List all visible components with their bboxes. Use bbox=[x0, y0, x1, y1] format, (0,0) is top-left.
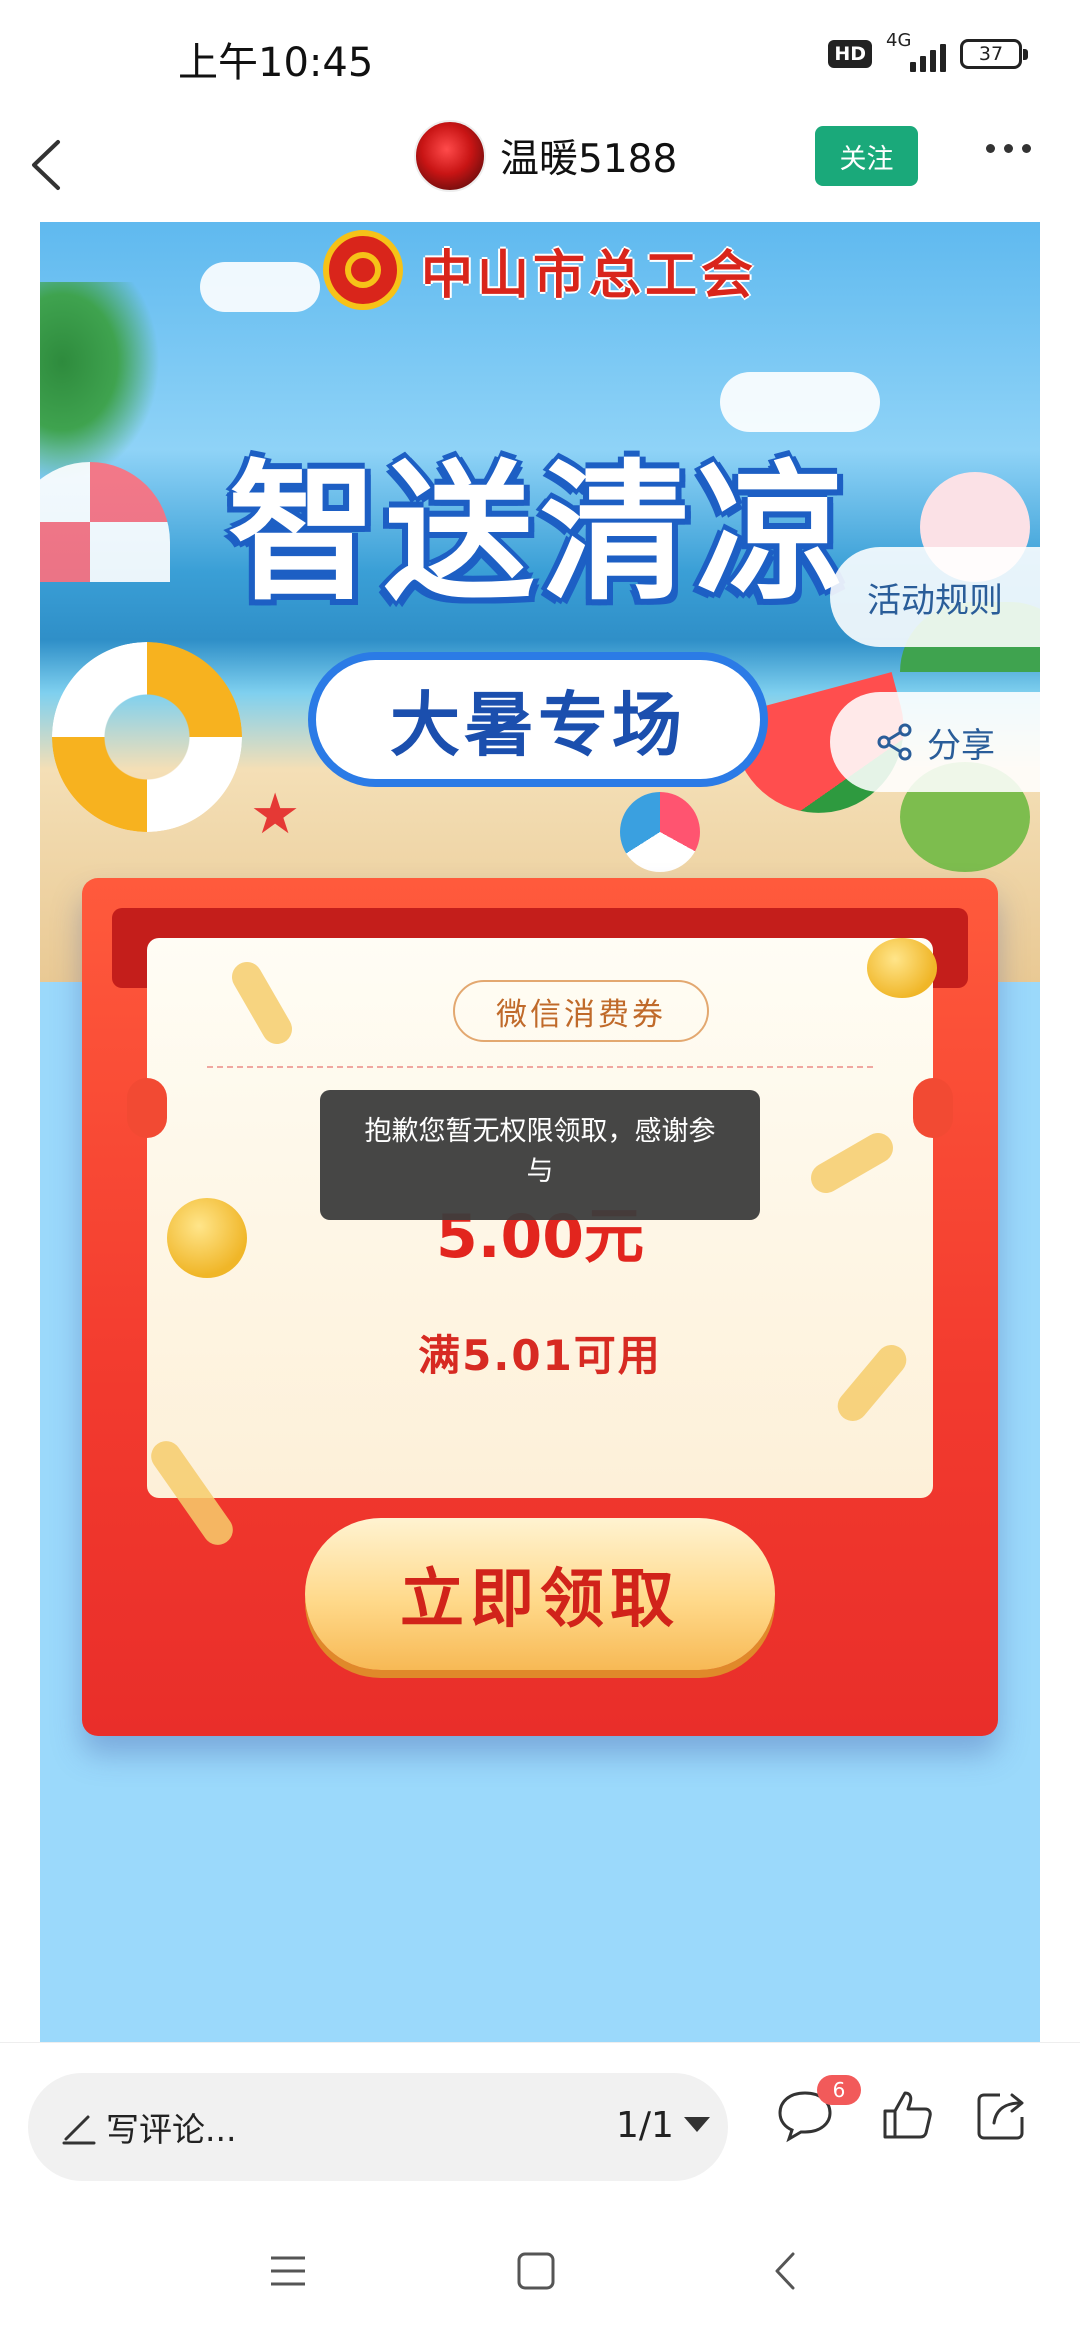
lifebuoy-decoration bbox=[52, 642, 242, 832]
share-out-icon[interactable] bbox=[972, 2085, 1032, 2145]
username[interactable]: 温暖5188 bbox=[500, 128, 677, 184]
pencil-icon bbox=[62, 2115, 96, 2145]
coupon-type-tag: 微信消费券 bbox=[453, 980, 709, 1042]
signal-icon: 4G bbox=[886, 30, 946, 74]
status-icons: HD 4G 37 bbox=[828, 30, 1028, 74]
more-icon[interactable] bbox=[986, 144, 1031, 153]
status-bar: 上午10:45 HD 4G 37 bbox=[0, 0, 1080, 110]
coin-decoration bbox=[867, 938, 937, 998]
coin-decoration bbox=[167, 1198, 247, 1278]
home-icon[interactable] bbox=[511, 2246, 561, 2296]
ribbon-decoration bbox=[226, 956, 298, 1050]
bottom-action-bar: 写评论... 1/1 6 bbox=[0, 2042, 1080, 2192]
page-indicator[interactable]: 1/1 bbox=[616, 2105, 674, 2146]
organization-name: 中山市总工会 bbox=[420, 245, 757, 306]
claim-button[interactable]: 立即领取 bbox=[305, 1518, 775, 1670]
battery-icon: 37 bbox=[960, 39, 1028, 69]
system-back-icon[interactable] bbox=[761, 2246, 811, 2296]
comment-count-badge: 6 bbox=[817, 2075, 861, 2105]
header: 温暖5188 关注 bbox=[0, 110, 1080, 220]
thumbs-up-icon[interactable] bbox=[877, 2085, 937, 2145]
coupon-condition: 满5.01可用 bbox=[418, 1331, 662, 1380]
status-time: 上午10:45 bbox=[178, 40, 374, 86]
app-page: 上午10:45 HD 4G 37 温暖5188 关注 ★ 中山市总工会 智送清凉… bbox=[0, 0, 1080, 2340]
back-button[interactable] bbox=[22, 130, 82, 200]
toast-message: 抱歉您暂无权限领取，感谢参与 bbox=[320, 1090, 760, 1220]
banner: ★ 中山市总工会 智送清凉 大暑专场 活动规则 分享 bbox=[40, 222, 1040, 982]
starfish-decoration: ★ bbox=[250, 782, 301, 847]
union-logo-icon bbox=[322, 230, 403, 310]
coupon-divider bbox=[207, 1066, 873, 1068]
share-button[interactable]: 分享 bbox=[830, 692, 1040, 792]
menu-icon[interactable] bbox=[263, 2246, 313, 2296]
battery-level: 37 bbox=[978, 43, 1004, 65]
share-label: 分享 bbox=[927, 725, 995, 766]
network-type: 4G bbox=[886, 30, 912, 51]
campaign-subtitle: 大暑专场 bbox=[308, 652, 768, 787]
avatar[interactable] bbox=[414, 120, 486, 192]
follow-button[interactable]: 关注 bbox=[815, 126, 918, 186]
activity-rules-label: 活动规则 bbox=[867, 580, 1003, 621]
chevron-left-icon bbox=[32, 140, 60, 190]
organization-header: 中山市总工会 bbox=[40, 230, 1040, 310]
system-navigation-bar bbox=[0, 2192, 1080, 2340]
comment-placeholder: 写评论... bbox=[106, 2110, 237, 2149]
activity-rules-button[interactable]: 活动规则 bbox=[830, 547, 1040, 647]
beach-ball-decoration bbox=[620, 792, 700, 872]
share-icon bbox=[877, 723, 912, 761]
coupon-card: 微信消费券 5.00元 满5.01可用 立即领取 bbox=[82, 878, 998, 1736]
comment-input[interactable]: 写评论... 1/1 bbox=[28, 2073, 728, 2181]
caret-down-icon[interactable] bbox=[684, 2117, 710, 2132]
hd-icon: HD bbox=[828, 40, 872, 68]
